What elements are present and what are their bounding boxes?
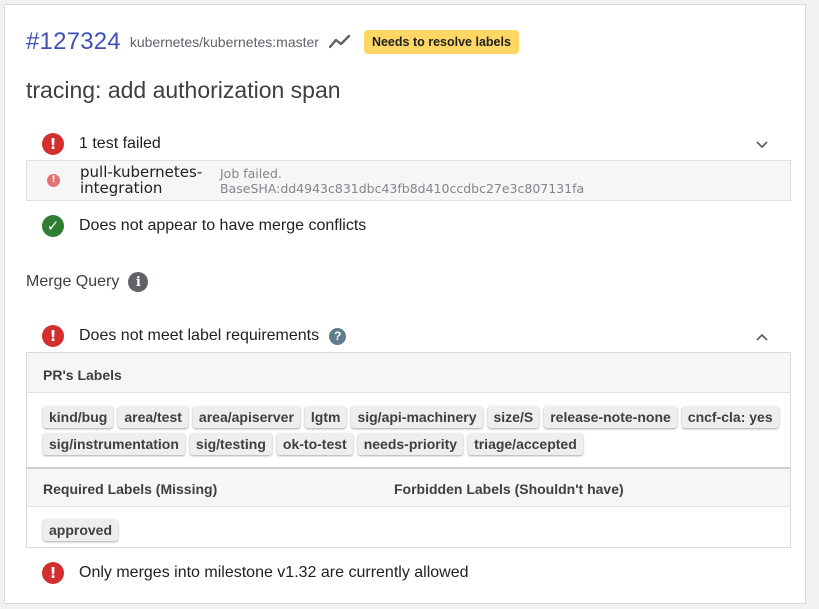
job-message: Job failed. BaseSHA:dd4943c831dbc43fb8d4… <box>220 166 584 196</box>
merge-query-label: Merge Query <box>26 273 120 290</box>
label-chip[interactable]: kind/bug <box>43 406 114 428</box>
label-chip[interactable]: sig/instrumentation <box>43 433 185 455</box>
label-chip[interactable]: area/apiserver <box>192 406 300 428</box>
pr-labels-list: kind/bug area/test area/apiserver lgtm sig/a… <box>43 406 783 455</box>
label-chip[interactable]: triage/accepted <box>468 433 583 455</box>
pr-labels-title: PR's Labels <box>43 367 122 383</box>
milestone-text: Only merges into milestone v1.32 are cur… <box>79 564 469 581</box>
label-chip[interactable]: size/S <box>487 406 540 428</box>
error-icon: ! <box>42 562 64 584</box>
label-chip[interactable]: needs-priority <box>357 433 464 455</box>
required-labels-title: Required Labels (Missing) <box>43 481 218 497</box>
error-icon: ! <box>42 133 64 155</box>
chevron-up-icon[interactable] <box>755 330 769 344</box>
label-chip[interactable]: sig/api-machinery <box>351 406 483 428</box>
label-chip[interactable]: approved <box>43 519 119 541</box>
label-requirements-header: Required Labels (Missing) Forbidden Labe… <box>27 467 790 507</box>
pr-title: tracing: add authorization span <box>26 77 341 103</box>
pr-number-link[interactable]: #127324 <box>26 28 121 56</box>
pr-labels-header: PR's Labels <box>27 353 790 393</box>
check-icon: ✓ <box>42 215 64 237</box>
label-requirements-text: Does not meet label requirements <box>79 327 320 344</box>
error-icon: ! <box>47 174 60 187</box>
label-chip[interactable]: lgtm <box>304 406 347 428</box>
help-icon[interactable]: ? <box>329 327 347 345</box>
required-labels-list: approved <box>43 519 119 541</box>
label-chip[interactable]: sig/testing <box>189 433 272 455</box>
milestone-row: ! Only merges into milestone v1.32 are c… <box>42 560 469 586</box>
label-chip[interactable]: area/test <box>118 406 188 428</box>
merge-conflicts-text: Does not appear to have merge conflicts <box>79 217 367 234</box>
label-requirements-row[interactable]: ! Does not meet label requirements ? <box>42 323 347 349</box>
repo-branch: kubernetes/kubernetes:master <box>129 34 319 50</box>
failed-job-row[interactable]: ! pull-kubernetes-integration Job failed… <box>26 160 791 201</box>
labels-panel: PR's Labels kind/bug area/test area/apiser… <box>26 352 791 548</box>
info-icon[interactable]: i <box>128 272 149 292</box>
error-icon: ! <box>42 325 64 347</box>
job-sha: BaseSHA:dd4943c831dbc43fb8d410ccdbc27e3c… <box>220 181 585 196</box>
job-status: Job failed. <box>220 166 282 181</box>
label-chip[interactable]: release-note-none <box>544 406 677 428</box>
tests-summary: 1 test failed <box>79 135 161 152</box>
tests-status-row[interactable]: ! 1 test failed <box>42 131 161 157</box>
trend-icon[interactable] <box>328 34 351 50</box>
label-chip[interactable]: cncf-cla: yes <box>681 406 779 428</box>
pr-card: #127324 kubernetes/kubernetes:master Nee… <box>4 4 806 604</box>
job-name-link[interactable]: pull-kubernetes-integration <box>80 164 220 196</box>
label-chip[interactable]: ok-to-test <box>276 433 353 455</box>
chevron-down-icon[interactable] <box>755 138 769 152</box>
merge-conflicts-row: ✓ Does not appear to have merge conflict… <box>42 213 366 239</box>
forbidden-labels-title: Forbidden Labels (Shouldn't have) <box>394 481 624 497</box>
merge-query-heading: Merge Query i <box>26 272 149 292</box>
pr-header: #127324 kubernetes/kubernetes:master Nee… <box>26 25 519 59</box>
status-badge: Needs to resolve labels <box>363 30 519 54</box>
